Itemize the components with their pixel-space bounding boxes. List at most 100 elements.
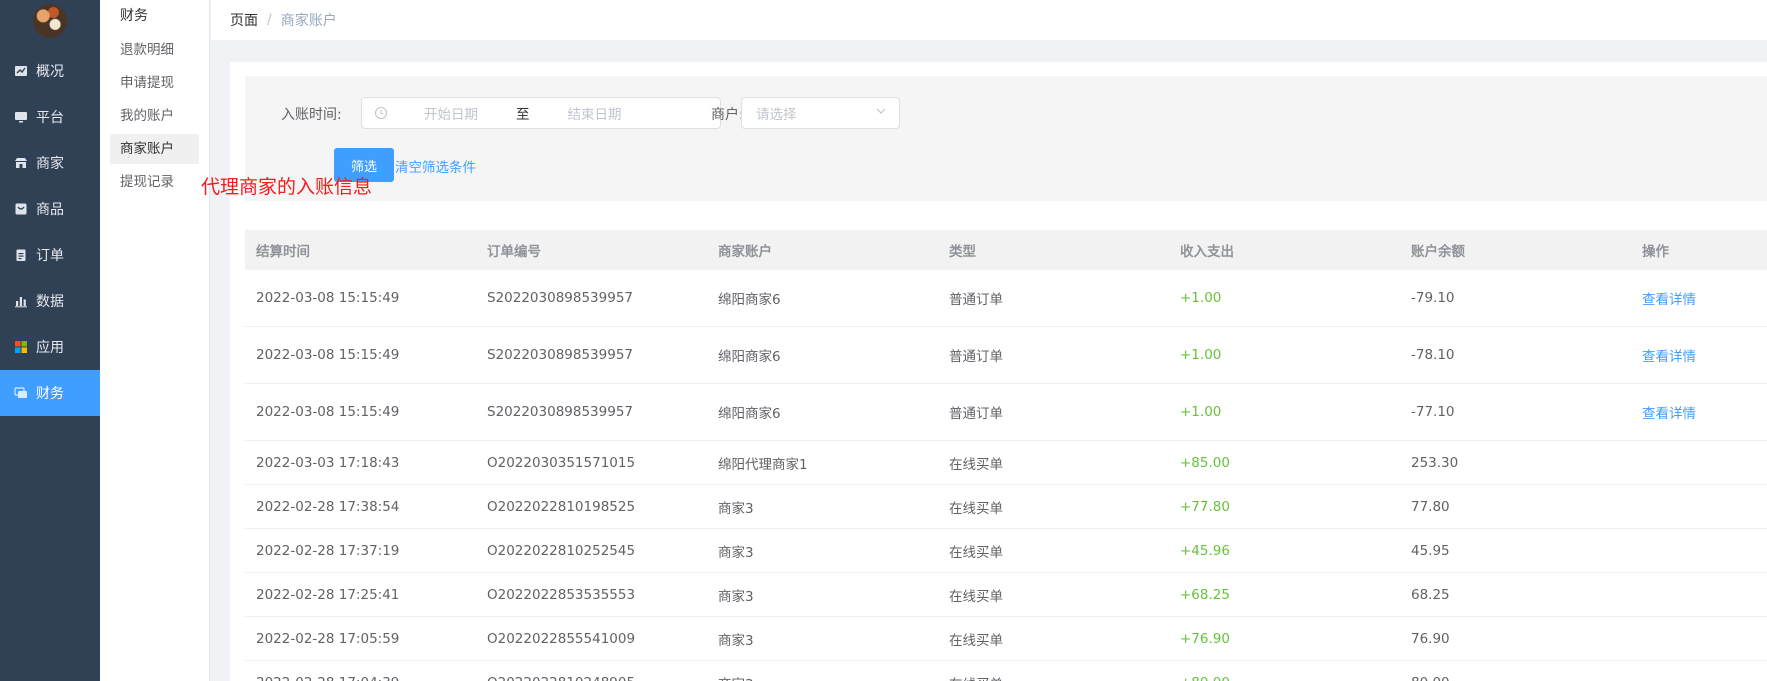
merchant-select[interactable]: 请选择 bbox=[741, 97, 900, 129]
balance-cell: -79.10 bbox=[1411, 290, 1455, 306]
type-cell: 在线买单 bbox=[949, 544, 1003, 561]
amount-cell: +85.00 bbox=[1180, 454, 1230, 471]
merchant-account-cell: 商家3 bbox=[707, 673, 938, 681]
main-sidebar: 概况 平台 商家 商品 订单 数据 应用 财务 bbox=[0, 0, 100, 681]
subnav-item-refund-details[interactable]: 退款明细 bbox=[110, 35, 199, 65]
settlement-time-cell: 2022-02-28 17:25:41 bbox=[256, 586, 400, 603]
breadcrumb-home-link[interactable]: 页面 bbox=[230, 10, 258, 30]
table-row: 2022-02-28 17:05:59 O2022022855541009 商家3 在… bbox=[245, 617, 1767, 661]
order-number-cell: O2022030351571015 bbox=[487, 454, 636, 471]
sidebar-item-product[interactable]: 商品 bbox=[0, 186, 100, 232]
merchant-account-cell: 商家3 bbox=[718, 544, 754, 561]
sidebar-item-overview[interactable]: 概况 bbox=[0, 48, 100, 94]
table-row: 2022-03-03 17:18:43 O2022030351571015 绵阳代理… bbox=[245, 441, 1767, 485]
date-range-picker[interactable]: 开始日期 至 结束日期 bbox=[361, 97, 721, 129]
settlement-time-cell: 2022-02-28 17:04:39 bbox=[245, 675, 476, 681]
sidebar-item-label: 概况 bbox=[36, 64, 64, 80]
apps-icon bbox=[14, 340, 28, 354]
sidebar-item-label: 商家 bbox=[36, 156, 64, 172]
clock-icon bbox=[374, 106, 388, 120]
amount-cell: +45.96 bbox=[1180, 542, 1230, 559]
sidebar-item-data[interactable]: 数据 bbox=[0, 278, 100, 324]
type-cell: 普通订单 bbox=[949, 292, 1003, 308]
start-date-input[interactable]: 开始日期 bbox=[424, 103, 478, 123]
product-icon bbox=[14, 202, 28, 216]
table-row: 2022-02-28 17:37:19 O2022022810252545 商家3 在… bbox=[245, 529, 1767, 573]
view-details-link[interactable]: 查看详情 bbox=[1631, 288, 1767, 308]
sidebar-item-label: 订单 bbox=[36, 248, 64, 264]
amount-cell: +1.00 bbox=[1180, 290, 1222, 306]
subnav-item-withdrawal-records[interactable]: 提现记录 bbox=[110, 167, 199, 197]
merchant-account-cell: 商家3 bbox=[718, 500, 754, 517]
type-cell: 在线买单 bbox=[949, 500, 1003, 517]
type-cell: 在线买单 bbox=[949, 456, 1003, 473]
settlement-time-cell: 2022-03-03 17:18:43 bbox=[256, 454, 400, 471]
type-cell: 在线买单 bbox=[938, 673, 1169, 681]
amount-cell: +1.00 bbox=[1180, 347, 1222, 363]
breadcrumb-separator: / bbox=[267, 12, 272, 28]
column-header: 结算时间 bbox=[256, 244, 310, 260]
bar-chart-icon bbox=[14, 294, 28, 308]
chart-icon bbox=[14, 64, 28, 78]
merchant-account-cell: 商家3 bbox=[718, 632, 754, 649]
merchant-account-cell: 绵阳商家6 bbox=[718, 406, 781, 422]
merchant-select-placeholder: 请选择 bbox=[756, 107, 797, 123]
balance-cell: 45.95 bbox=[1411, 542, 1450, 559]
sidebar-item-label: 财务 bbox=[36, 386, 64, 402]
monitor-icon bbox=[14, 110, 28, 124]
table-row: 2022-02-28 17:25:41 O2022022853535553 商家3 在… bbox=[245, 573, 1767, 617]
settlement-time-cell: 2022-02-28 17:05:59 bbox=[256, 630, 400, 647]
settlement-time-cell: 2022-03-08 15:15:49 bbox=[256, 290, 400, 306]
breadcrumb-current: 商家账户 bbox=[280, 13, 337, 29]
type-cell: 普通订单 bbox=[949, 349, 1003, 365]
merchant-account-cell: 绵阳商家6 bbox=[718, 292, 781, 308]
subnav-item-merchant-account[interactable]: 商家账户 bbox=[110, 134, 199, 164]
breadcrumb: 页面 / 商家账户 bbox=[211, 0, 1767, 40]
sidebar-item-merchant[interactable]: 商家 bbox=[0, 140, 100, 186]
end-date-input[interactable]: 结束日期 bbox=[568, 103, 622, 123]
column-header: 收入支出 bbox=[1180, 244, 1234, 260]
table-row: 2022-03-08 15:15:49 S2022030898539957 绵阳商家… bbox=[245, 327, 1767, 384]
settlement-time-cell: 2022-02-28 17:38:54 bbox=[256, 498, 400, 515]
column-header: 类型 bbox=[949, 244, 976, 260]
table-row: 2022-03-08 15:15:49 S2022030898539957 绵阳商家… bbox=[245, 270, 1767, 327]
subnav-title: 财务 bbox=[120, 8, 148, 24]
table-row: 2022-02-28 17:38:54 O2022022810198525 商家3 在… bbox=[245, 485, 1767, 529]
type-cell: 在线买单 bbox=[949, 588, 1003, 605]
sidebar-item-finance[interactable]: 财务 bbox=[0, 370, 100, 416]
sidebar-item-label: 商品 bbox=[36, 202, 64, 218]
view-details-link[interactable]: 查看详情 bbox=[1631, 402, 1767, 422]
subnav-item-my-account[interactable]: 我的账户 bbox=[110, 101, 199, 131]
table-row: 2022-03-08 15:15:49 S2022030898539957 绵阳商家… bbox=[245, 384, 1767, 441]
table-row: 2022-02-28 17:04:39O2022022810248905商家3在… bbox=[245, 661, 1767, 681]
settlement-time-cell: 2022-03-08 15:15:49 bbox=[256, 347, 400, 363]
annotation-note: 代理商家的入账信息 bbox=[201, 176, 373, 198]
app-logo[interactable] bbox=[33, 4, 67, 38]
order-number-cell: S2022030898539957 bbox=[487, 290, 633, 306]
order-number-cell: O2022022810252545 bbox=[487, 542, 636, 559]
store-icon bbox=[14, 156, 28, 170]
merchant-account-table: 结算时间 订单编号 商家账户 类型 收入支出 账户余额 操作 2022-03-0… bbox=[245, 230, 1767, 681]
sidebar-item-label: 应用 bbox=[36, 340, 64, 356]
balance-cell: -78.10 bbox=[1411, 347, 1455, 363]
balance-cell: -77.10 bbox=[1411, 404, 1455, 420]
order-number-cell: S2022030898539957 bbox=[487, 404, 633, 420]
finance-icon bbox=[14, 386, 28, 400]
amount-cell: +76.90 bbox=[1180, 630, 1230, 647]
sidebar-item-platform[interactable]: 平台 bbox=[0, 94, 100, 140]
sidebar-item-label: 平台 bbox=[36, 110, 64, 126]
amount-cell: +77.80 bbox=[1180, 498, 1230, 515]
balance-cell: 68.25 bbox=[1411, 586, 1450, 603]
settlement-time-cell: 2022-03-08 15:15:49 bbox=[256, 404, 400, 420]
view-details-link[interactable]: 查看详情 bbox=[1631, 345, 1767, 365]
table-body: 2022-03-08 15:15:49 S2022030898539957 绵阳商家… bbox=[245, 270, 1767, 681]
balance-cell: 253.30 bbox=[1411, 454, 1459, 471]
subnav-item-apply-withdrawal[interactable]: 申请提现 bbox=[110, 68, 199, 98]
clear-filters-button[interactable]: 清空筛选条件 bbox=[395, 156, 476, 176]
main-content: 页面 / 商家账户 入账时间: 开始日期 至 结束日期 商户: 请选择 筛选 清… bbox=[201, 0, 1767, 681]
sidebar-item-order[interactable]: 订单 bbox=[0, 232, 100, 278]
sidebar-item-apps[interactable]: 应用 bbox=[0, 324, 100, 370]
column-header: 订单编号 bbox=[487, 244, 541, 260]
balance-cell: 80.00 bbox=[1400, 675, 1631, 681]
sidebar-item-label: 数据 bbox=[36, 294, 64, 310]
